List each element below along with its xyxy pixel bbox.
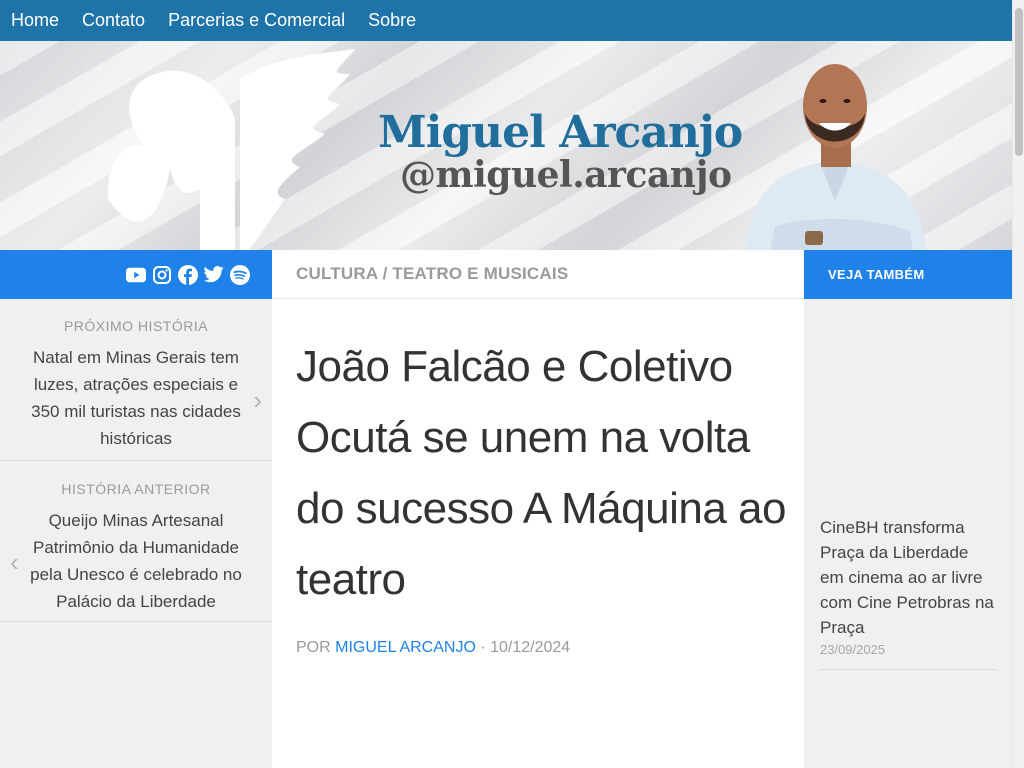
chevron-right-icon[interactable]: › [253,385,262,416]
header-banner[interactable]: Miguel Arcanjo @miguel.arcanjo [0,41,1012,250]
previous-post-link[interactable]: HISTÓRIA ANTERIOR Queijo Minas Artesanal… [0,461,272,622]
article-main: CULTURA / TEATRO E MUSICAIS João Falcão … [272,250,804,768]
related-thumbnail-placeholder [804,299,1012,515]
nav-parcerias[interactable]: Parcerias e Comercial [168,10,345,31]
twitter-icon[interactable] [204,265,224,285]
related-post[interactable]: CineBH transforma Praça da Liberdade em … [820,515,996,670]
next-post-link[interactable]: PRÓXIMO HISTÓRIA Natal em Minas Gerais t… [0,299,272,461]
related-post-title[interactable]: CineBH transforma Praça da Liberdade em … [820,515,996,640]
nav-contato[interactable]: Contato [82,10,145,31]
facebook-icon[interactable] [178,264,198,285]
next-post-kicker: PRÓXIMO HISTÓRIA [63,318,209,334]
author-link[interactable]: MIGUEL ARCANJO [335,639,476,656]
previous-post-title[interactable]: Queijo Minas Artesanal Patrimônio da Hum… [26,507,246,615]
social-links-bar [0,250,272,299]
article-date: 10/12/2024 [490,639,571,656]
sidebar-heading: VEJA TAMBÉM [804,250,1012,299]
byline-prefix: POR [296,639,331,656]
spotify-icon[interactable] [230,264,250,285]
top-navigation: Home Contato Parcerias e Comercial Sobre [0,0,1012,41]
author-portrait [745,64,927,250]
byline-separator: · [480,639,486,656]
banner-name: Miguel Arcanjo [378,107,743,158]
category-bar: CULTURA / TEATRO E MUSICAIS [272,250,804,299]
article-byline: POR MIGUEL ARCANJO · 10/12/2024 [296,639,804,657]
youtube-icon[interactable] [126,265,146,285]
category-breadcrumb[interactable]: CULTURA / TEATRO E MUSICAIS [296,264,568,284]
article-title: João Falcão e Coletivo Ocutá se unem na … [296,342,786,604]
chevron-left-icon[interactable]: ‹ [10,547,19,578]
banner-handle: @miguel.arcanjo [400,154,732,196]
next-post-title[interactable]: Natal em Minas Gerais tem luzes, atraçõe… [26,344,246,452]
instagram-icon[interactable] [152,265,172,285]
previous-post-kicker: HISTÓRIA ANTERIOR [61,481,211,497]
nav-home[interactable]: Home [11,10,59,31]
post-navigation: PRÓXIMO HISTÓRIA Natal em Minas Gerais t… [0,299,272,768]
related-post-date: 23/09/2025 [820,642,886,657]
scrollbar-thumb[interactable] [1015,8,1023,156]
angel-wing-logo [107,49,355,250]
nav-sobre[interactable]: Sobre [368,10,416,31]
page-scrollbar[interactable] [1012,0,1024,768]
page: Home Contato Parcerias e Comercial Sobre… [0,0,1024,768]
right-sidebar: VEJA TAMBÉM CineBH transforma Praça da L… [804,250,1012,768]
